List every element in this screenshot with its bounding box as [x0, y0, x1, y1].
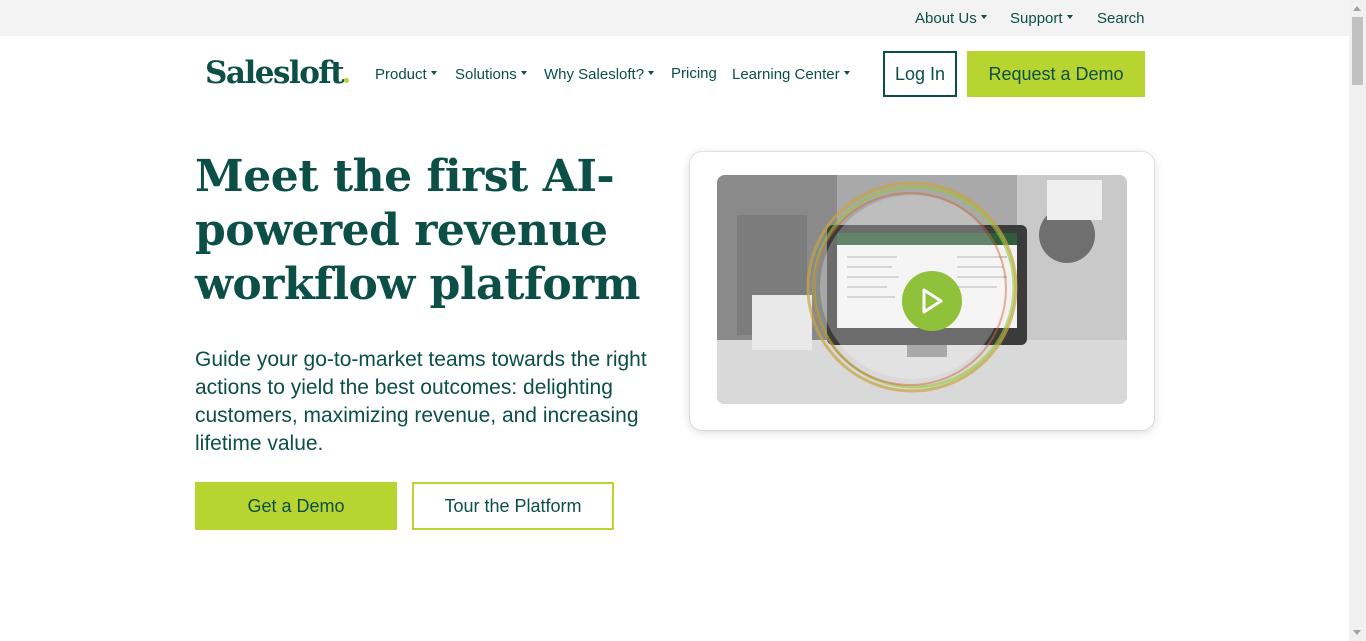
nav-learning-center[interactable]: Learning Center: [732, 66, 850, 83]
tour-platform-button[interactable]: Tour the Platform: [412, 482, 614, 530]
play-button[interactable]: [902, 271, 962, 331]
nav-product[interactable]: Product: [375, 66, 437, 83]
utility-bar: About Us Support Search: [0, 0, 1349, 36]
caret-down-icon: [843, 71, 850, 76]
logo-dot: [344, 78, 350, 83]
video-thumbnail[interactable]: [717, 175, 1127, 404]
nav-product-label: Product: [375, 66, 427, 83]
hero-subtitle: Guide your go-to-market teams towards th…: [195, 348, 647, 455]
support-dropdown[interactable]: Support: [1010, 10, 1073, 27]
video-card: [690, 152, 1154, 430]
about-us-dropdown[interactable]: About Us: [915, 10, 987, 27]
play-icon: [922, 288, 943, 314]
caret-down-icon: [648, 71, 655, 76]
caret-down-icon: [430, 71, 437, 76]
logo-text: Salesloft: [205, 55, 345, 91]
nav-solutions-label: Solutions: [455, 66, 517, 83]
scroll-thumb[interactable]: [1352, 17, 1363, 85]
nav-why-label: Why Salesloft?: [544, 66, 645, 83]
request-demo-button[interactable]: Request a Demo: [967, 51, 1145, 97]
nav-learning-label: Learning Center: [732, 66, 840, 83]
search-link[interactable]: Search: [1097, 10, 1145, 27]
nav-solutions[interactable]: Solutions: [455, 66, 527, 83]
scroll-down-icon[interactable]: [1353, 630, 1361, 635]
scroll-up-icon[interactable]: [1353, 6, 1361, 11]
caret-down-icon: [1066, 15, 1073, 20]
get-demo-button[interactable]: Get a Demo: [195, 482, 397, 530]
nav-why-salesloft[interactable]: Why Salesloft?: [544, 66, 655, 83]
support-label: Support: [1010, 10, 1063, 27]
scrollbar[interactable]: [1349, 0, 1366, 641]
nav-pricing[interactable]: Pricing: [671, 65, 717, 82]
caret-down-icon: [980, 15, 987, 20]
salesloft-logo[interactable]: Salesloft: [205, 55, 350, 91]
caret-down-icon: [520, 71, 527, 76]
hero-title: Meet the first AI-powered revenue workfl…: [195, 151, 640, 310]
about-us-label: About Us: [915, 10, 977, 27]
log-in-button[interactable]: Log In: [883, 51, 957, 97]
